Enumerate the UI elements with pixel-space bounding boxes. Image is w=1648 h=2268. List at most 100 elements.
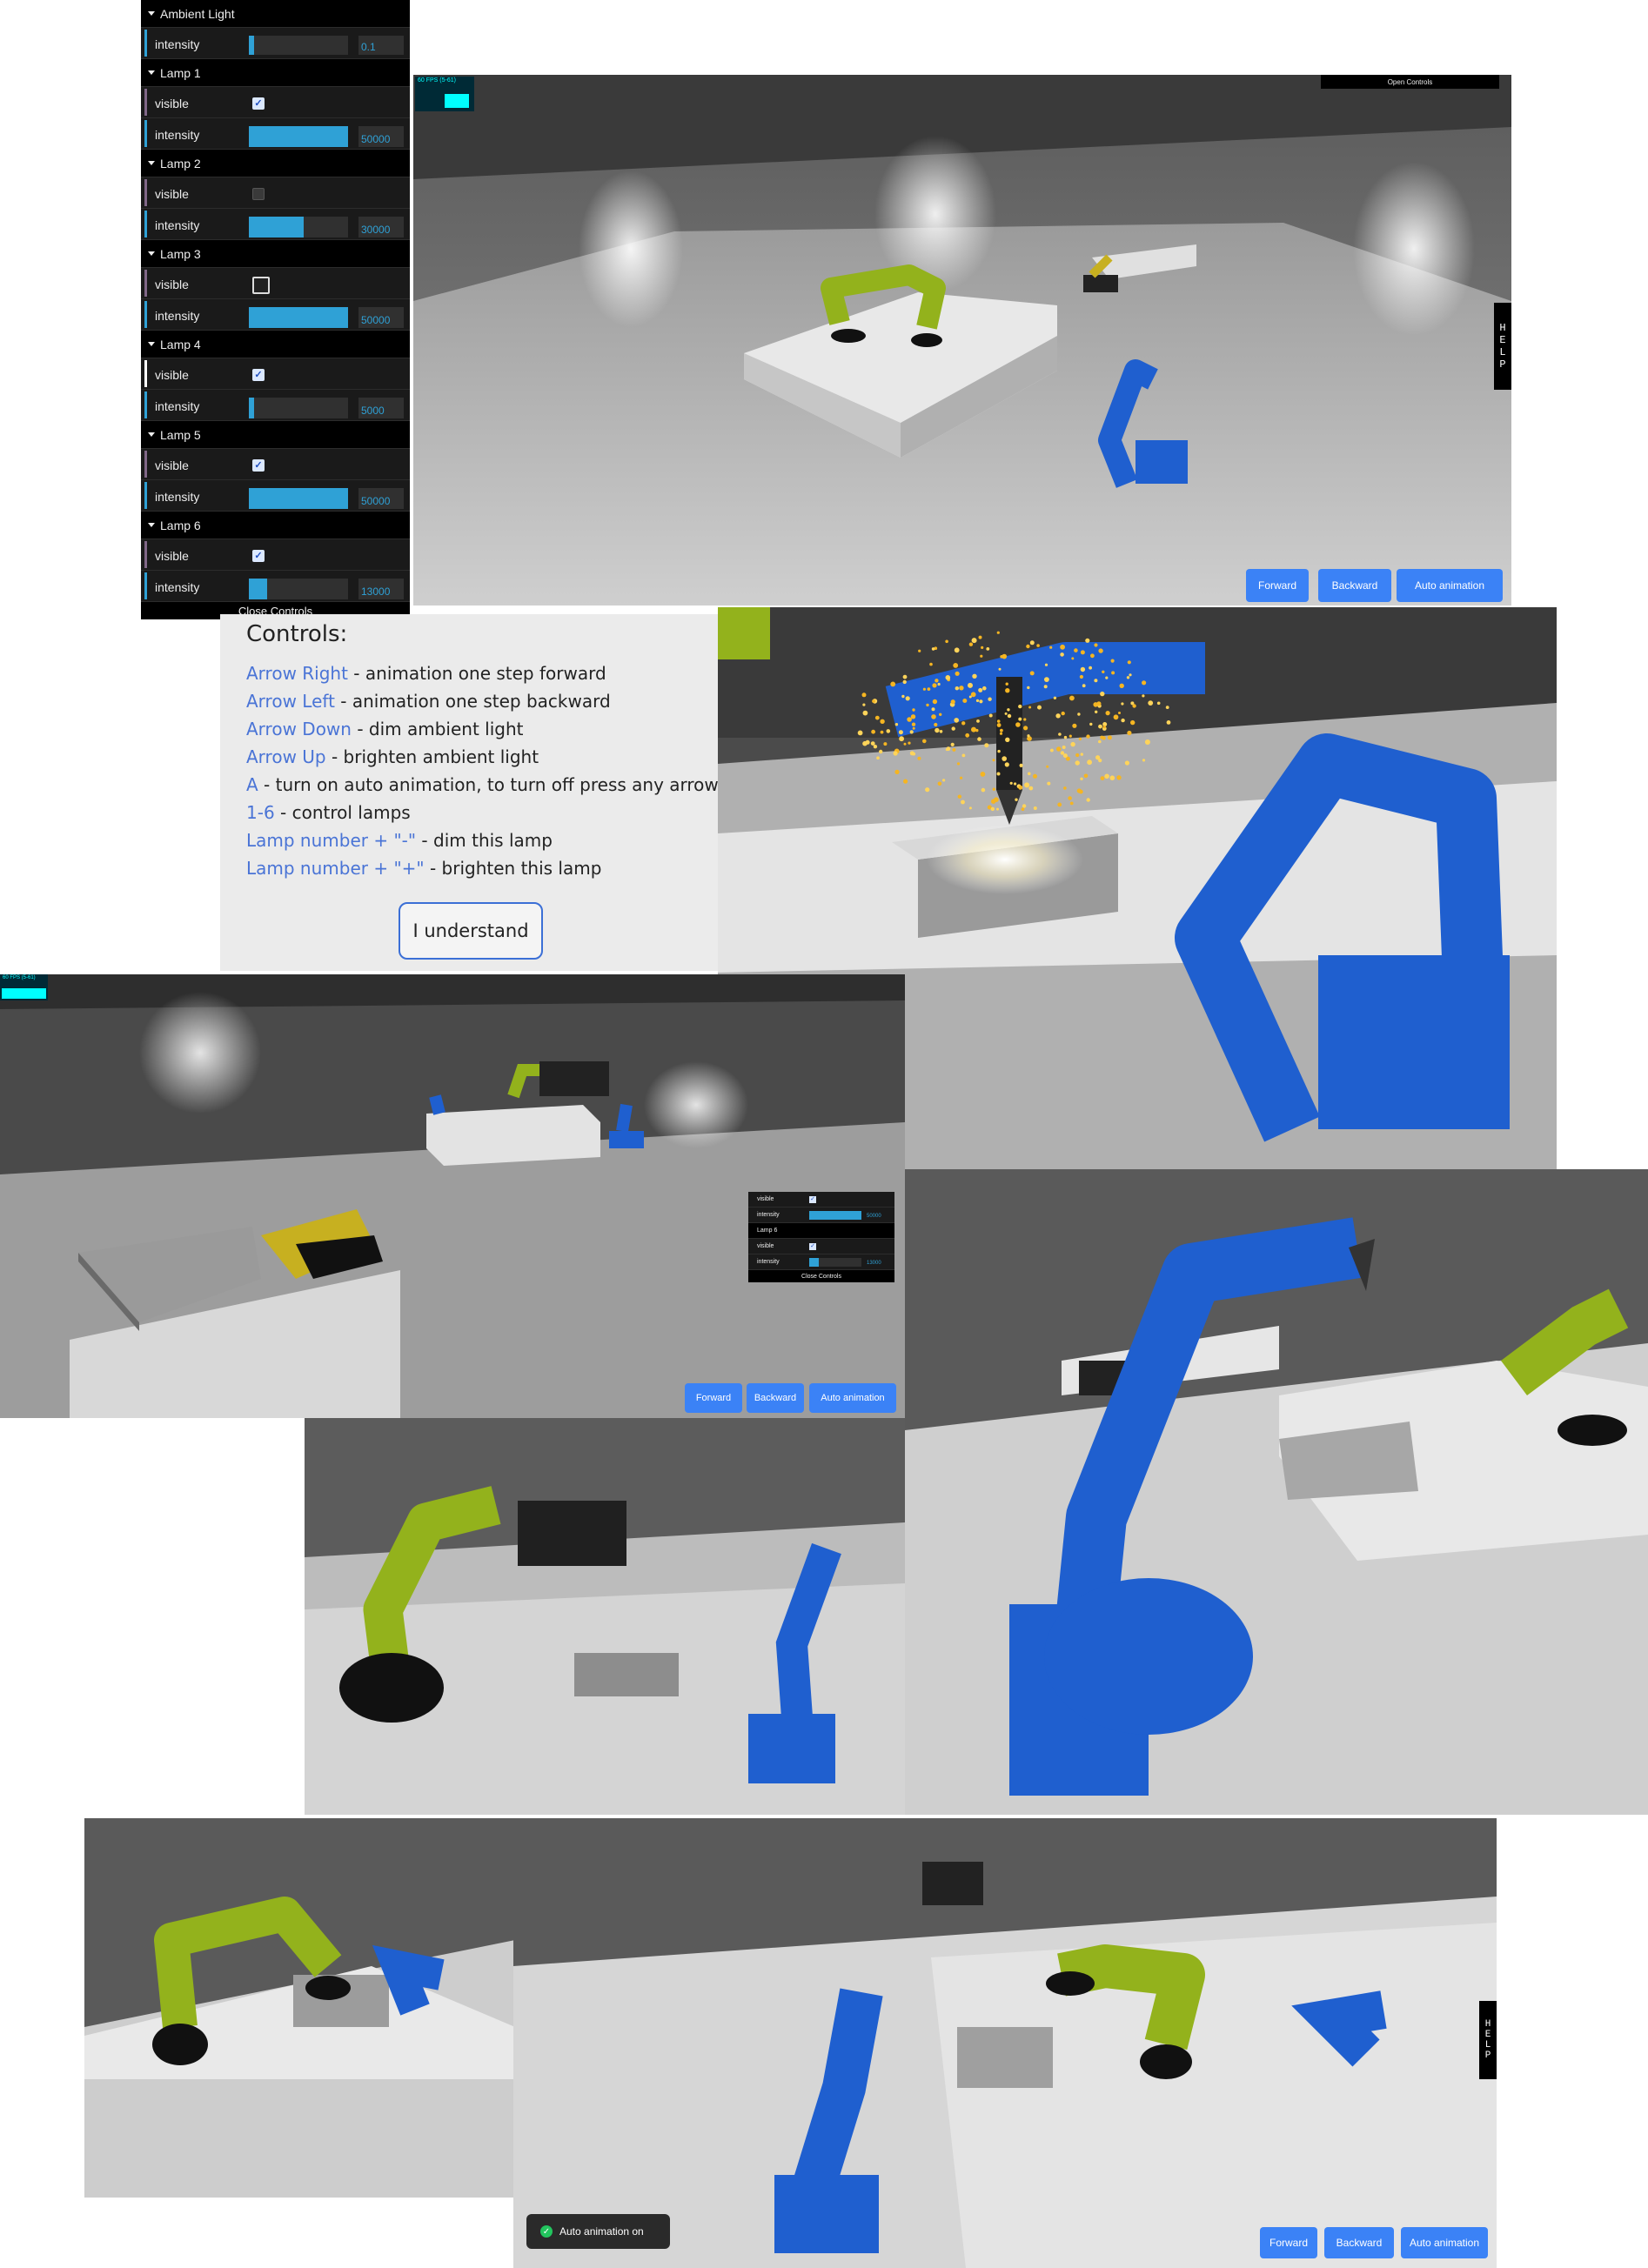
spark — [1028, 772, 1031, 776]
scene-view-blue-arm[interactable] — [905, 1169, 1648, 1815]
lamp-intensity-slider[interactable] — [249, 217, 348, 238]
controls-line: Lamp number + "+" - brighten this lamp — [246, 858, 601, 879]
spark — [937, 781, 942, 786]
spark — [962, 699, 968, 703]
lamp-intensity-fill — [249, 217, 304, 238]
caret-down-icon — [148, 342, 155, 346]
row-indicator — [144, 572, 147, 599]
spark — [996, 807, 999, 811]
lamp-visible-checkbox[interactable]: ✓ — [252, 369, 265, 381]
auto-animation-button-2[interactable]: Auto animation — [809, 1383, 896, 1413]
scene-view-bottom-left[interactable] — [84, 1818, 515, 2198]
gui-folder-title-lamp-1[interactable]: Lamp 1 — [141, 59, 410, 87]
forward-button-3[interactable]: Forward — [1260, 2227, 1317, 2258]
scene-view-green-arm[interactable] — [305, 1418, 905, 1815]
scene-view-1[interactable]: 60 FPS (5-61) Open Controls H E L P Forw… — [413, 75, 1511, 605]
mini-visible-checkbox[interactable]: ✓ — [809, 1243, 816, 1250]
spark — [857, 730, 863, 736]
lamp-intensity-slider[interactable] — [249, 579, 348, 599]
spark — [954, 718, 959, 723]
gui-folder-title-lamp-3[interactable]: Lamp 3 — [141, 240, 410, 268]
open-controls-button[interactable]: Open Controls — [1321, 75, 1499, 89]
lamp-visible-checkbox[interactable]: ✓ — [252, 550, 265, 562]
forward-button-2[interactable]: Forward — [685, 1383, 742, 1413]
spark — [1005, 682, 1008, 686]
lamp-visible-checkbox[interactable]: ✓ — [252, 97, 265, 110]
ambient-intensity-slider[interactable] — [249, 36, 348, 55]
lamp-intensity-input[interactable]: 30000 — [358, 217, 404, 238]
auto-animation-button-3[interactable]: Auto animation — [1401, 2227, 1488, 2258]
spark — [1085, 638, 1090, 643]
gui-folder-title-lamp-4[interactable]: Lamp 4 — [141, 331, 410, 358]
caret-down-icon — [148, 251, 155, 256]
spark — [1056, 746, 1062, 752]
spark — [1044, 663, 1048, 666]
spark — [1069, 801, 1074, 806]
spark — [927, 687, 931, 691]
spark — [957, 794, 961, 799]
gui-lamp-visible: visible ✓ — [141, 358, 410, 390]
lamp-intensity-fill — [249, 307, 348, 328]
lamp-visible-checkbox[interactable]: ✓ — [252, 459, 265, 472]
spark — [991, 799, 996, 804]
spark — [1060, 644, 1065, 650]
spark — [935, 679, 939, 683]
lamp-intensity-input[interactable]: 5000 — [358, 398, 404, 418]
backward-button-2[interactable]: Backward — [747, 1383, 804, 1413]
lamp-visible-checkbox[interactable] — [252, 188, 265, 200]
gui-folder-lamp-3: Lamp 3 visible intensity 50000 — [141, 240, 410, 331]
lamp-intensity-input[interactable]: 50000 — [358, 126, 404, 147]
gui-folder-title-lamp-2[interactable]: Lamp 2 — [141, 150, 410, 177]
spark — [901, 694, 905, 699]
spark — [984, 743, 989, 748]
gui-folder-ambient-light[interactable]: Ambient Light — [141, 0, 410, 28]
controls-line: Arrow Right - animation one step forward — [246, 663, 606, 684]
mini-intensity-input[interactable]: 13000 — [867, 1261, 881, 1266]
help-tab[interactable]: H E L P — [1494, 303, 1511, 390]
mini-intensity-slider[interactable] — [809, 1211, 861, 1220]
scene-render-blue-arm — [905, 1169, 1648, 1815]
lamp-intensity-slider[interactable] — [249, 307, 348, 328]
controls-desc: - control lamps — [274, 802, 411, 823]
scene-view-bottom-main[interactable]: H E L P Forward Backward Auto animation — [513, 1818, 1497, 2268]
ambient-intensity-input[interactable]: 0.1 — [358, 36, 404, 55]
spark — [912, 752, 916, 756]
mini-intensity-slider[interactable] — [809, 1258, 861, 1267]
gui-lamp-visible: visible ✓ — [141, 87, 410, 118]
spark — [907, 717, 912, 722]
mini-intensity-input[interactable]: 50000 — [867, 1214, 881, 1219]
mini-close-controls-button[interactable]: Close Controls — [748, 1270, 894, 1282]
lamp-intensity-input[interactable]: 50000 — [358, 307, 404, 328]
mini-visible-checkbox[interactable]: ✓ — [809, 1196, 816, 1203]
spark — [873, 745, 878, 749]
spark — [922, 739, 927, 744]
row-indicator — [144, 391, 147, 418]
controls-key: Arrow Left — [246, 691, 335, 712]
check-circle-icon: ✓ — [540, 2225, 553, 2238]
lamp-visible-checkbox[interactable] — [252, 277, 270, 294]
lamp-intensity-input[interactable]: 13000 — [358, 579, 404, 599]
lamp-intensity-slider[interactable] — [249, 398, 348, 418]
gui-folder-title-lamp-6[interactable]: Lamp 6 — [141, 512, 410, 539]
spark — [1028, 706, 1032, 709]
gui-folder-title-lamp-5[interactable]: Lamp 5 — [141, 421, 410, 449]
spark — [880, 719, 885, 724]
lamp-intensity-input[interactable]: 50000 — [358, 488, 404, 509]
spark — [1024, 782, 1030, 788]
forward-button[interactable]: Forward — [1246, 569, 1309, 602]
i-understand-button[interactable]: I understand — [399, 902, 543, 960]
gui-folder-lamp-6: Lamp 6 visible ✓ intensity 13000 — [141, 512, 410, 602]
spark — [1100, 735, 1104, 739]
lamp-intensity-slider[interactable] — [249, 126, 348, 147]
spark — [862, 710, 868, 716]
lamp-intensity-slider[interactable] — [249, 488, 348, 509]
backward-button[interactable]: Backward — [1318, 569, 1391, 602]
spark — [899, 736, 904, 742]
mini-visible-row: visible ✓ — [748, 1192, 894, 1208]
spark — [1018, 717, 1022, 721]
controls-desc: - brighten this lamp — [424, 858, 602, 879]
auto-animation-button[interactable]: Auto animation — [1397, 569, 1503, 602]
ambient-intensity-fill — [249, 36, 254, 55]
help-tab-2[interactable]: H E L P — [1479, 2001, 1497, 2079]
backward-button-3[interactable]: Backward — [1324, 2227, 1394, 2258]
